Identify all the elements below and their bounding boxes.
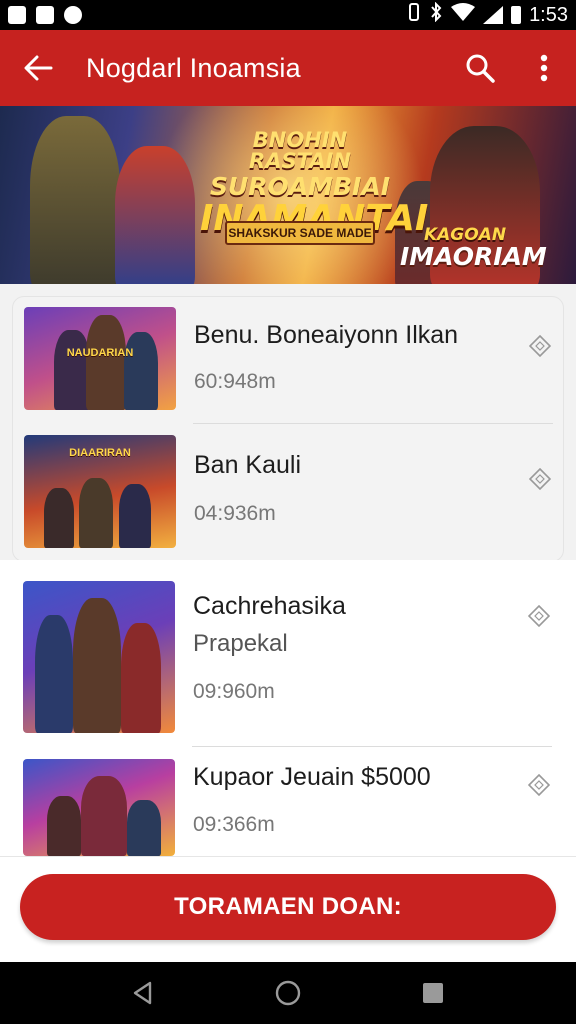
banner-badge: KAGOAN IMAORIAM (400, 227, 547, 271)
item-title: Ban Kauli (194, 451, 302, 479)
app-screen: 1:53 Nogdarl Inoamsia BNOHIN RASTAIN SUR… (0, 0, 576, 1024)
status-right-icons: 1:53 (407, 1, 568, 28)
primary-cta-button[interactable]: TORAMAEN DOAN: (20, 874, 556, 940)
nav-back-icon (133, 981, 151, 1005)
item-action-button[interactable] (527, 604, 551, 628)
search-icon (466, 54, 495, 83)
item-meta: 09:366m (193, 813, 275, 836)
item-title: Kupaor Jeuain $5000 (193, 763, 431, 791)
banner-title-line1: BNOHIN RASTAIN (249, 128, 351, 173)
nav-back-button[interactable] (118, 968, 168, 1018)
item-title: Benu. Boneaiyonn Ilkan (194, 321, 459, 349)
item-action-button[interactable] (527, 773, 551, 797)
featured-list: NAUDARIAN Benu. Boneaiyonn Ilkan 60:948m… (12, 296, 564, 562)
nav-home-icon (275, 980, 301, 1006)
bluetooth-icon (429, 1, 443, 28)
system-nav-bar (0, 962, 576, 1024)
banner-title-line2: SUROAMBIAI (209, 172, 391, 201)
notification-icon (8, 6, 26, 24)
nav-recents-button[interactable] (408, 968, 458, 1018)
item-thumbnail: NAUDARIAN (24, 307, 176, 410)
item-thumbnail (23, 759, 175, 856)
list-item[interactable]: Cachrehasika Prapekal 09:960m (0, 560, 576, 746)
thumb-caption: NAUDARIAN (66, 347, 134, 359)
signal-icon (483, 6, 504, 24)
status-left-icons (8, 6, 82, 24)
gallery-icon (36, 6, 54, 24)
item-title: Cachrehasika (193, 592, 346, 620)
item-subtitle: Prapekal (193, 630, 288, 657)
page-title: Nogdarl Inoamsia (86, 52, 301, 83)
back-button[interactable] (0, 30, 76, 106)
banner-badge-line2: IMAORIAM (400, 242, 547, 271)
game-list: Cachrehasika Prapekal 09:960m Kupaor Jeu… (0, 560, 576, 856)
nav-home-button[interactable] (263, 968, 313, 1018)
app-bar: Nogdarl Inoamsia (0, 30, 576, 106)
more-options-button[interactable] (512, 30, 576, 106)
banner-hero-warrior (30, 116, 120, 284)
search-button[interactable] (448, 30, 512, 106)
banner-hero-heroine (115, 146, 195, 284)
thumb-caption: DIAARIRAN (69, 447, 131, 459)
diamond-icon (529, 468, 551, 490)
list-item[interactable]: NAUDARIAN Benu. Boneaiyonn Ilkan 60:948m (13, 297, 565, 425)
list-item[interactable]: Kupaor Jeuain $5000 09:366m (0, 747, 576, 856)
item-meta: 60:948m (194, 370, 276, 393)
more-vert-icon (540, 54, 548, 82)
diamond-icon (528, 605, 550, 627)
status-bar: 1:53 (0, 0, 576, 30)
app-bar-actions (448, 30, 576, 106)
item-action-button[interactable] (528, 334, 552, 358)
wifi-icon (451, 3, 476, 27)
vibrate-icon (407, 2, 421, 28)
item-meta: 09:960m (193, 680, 275, 703)
item-meta: 04:936m (194, 502, 276, 525)
diamond-icon (528, 774, 550, 796)
list-item[interactable]: DIAARIRAN Ban Kauli 04:936m (13, 425, 565, 561)
bottom-action-bar: TORAMAEN DOAN: (0, 856, 576, 962)
nav-recents-icon (423, 983, 444, 1003)
list-divider (193, 423, 553, 424)
item-thumbnail (23, 581, 175, 733)
battery-icon (511, 6, 522, 24)
item-thumbnail: DIAARIRAN (24, 435, 176, 548)
item-action-button[interactable] (528, 467, 552, 491)
messenger-icon (64, 6, 82, 24)
arrow-left-icon (24, 55, 53, 81)
diamond-icon (529, 335, 551, 357)
banner-ribbon: SHAKSKUR SADE MADE (225, 221, 375, 245)
status-time: 1:53 (529, 3, 568, 26)
